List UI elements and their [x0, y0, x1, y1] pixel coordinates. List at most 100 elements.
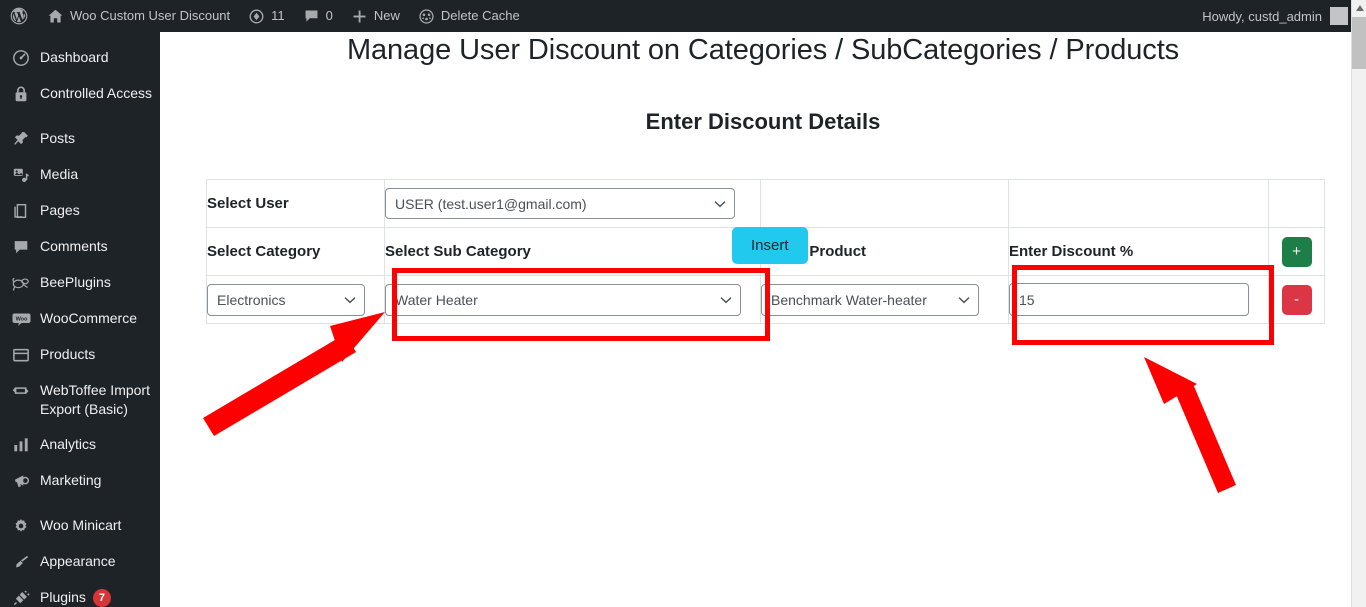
sidebar-item-label: BeePlugins [40, 274, 111, 290]
user-select-wrap: USER (test.user1@gmail.com) [385, 188, 735, 219]
sidebar-item-controlled-access[interactable]: Controlled Access [0, 76, 160, 112]
sidebar-item-label: Woo Minicart [40, 517, 122, 533]
sidebar-item-posts[interactable]: Posts [0, 121, 160, 157]
sidebar-item-analytics[interactable]: Analytics [0, 427, 160, 463]
comments-count: 0 [325, 8, 333, 23]
pin-icon [11, 129, 31, 149]
select-product-dropdown[interactable]: Benchmark Water-heater [761, 283, 979, 316]
wordpress-logo-icon [9, 6, 29, 26]
sidebar-item-dashboard[interactable]: Dashboard [0, 40, 160, 76]
remove-row-cell: - [1268, 275, 1325, 324]
delete-cache-icon [418, 8, 435, 25]
updates-count: 11 [271, 8, 285, 23]
howdy-label[interactable]: Howdy, custd_admin [1202, 9, 1322, 24]
admin-bar: Woo Custom User Discount 11 0 New Delete… [0, 0, 1366, 32]
select-sub-category-dropdown[interactable]: Water Heater [385, 283, 741, 316]
user-select-cell: USER (test.user1@gmail.com) [384, 179, 761, 228]
sidebar-item-beeplugins[interactable]: BeePlugins [0, 265, 160, 301]
updates-button[interactable]: 11 [239, 0, 294, 32]
avatar-icon[interactable] [1330, 7, 1348, 25]
svg-text:Woo: Woo [15, 316, 27, 322]
remove-row-button[interactable]: - [1281, 284, 1312, 315]
category-select-wrap: Electronics [207, 283, 365, 316]
section-title: Enter Discount Details [645, 109, 881, 134]
add-row-button[interactable]: + [1281, 236, 1312, 267]
select-category-dropdown[interactable]: Electronics [207, 283, 365, 316]
sidebar-item-label: Appearance [40, 553, 116, 569]
header-sub-category-cell: Select Sub Category [384, 227, 761, 276]
empty-cell-product [760, 179, 1009, 228]
new-content-label: New [373, 8, 400, 23]
import-export-icon [11, 381, 31, 401]
product-select-wrap: Benchmark Water-heater [761, 283, 979, 316]
site-name-button[interactable]: Woo Custom User Discount [38, 0, 239, 32]
media-icon [11, 165, 31, 185]
sub-category-select-wrap: Water Heater [385, 283, 741, 316]
comment-icon [11, 237, 31, 257]
sidebar-item-webtoffee-import-export-basic[interactable]: WebToffee Import Export (Basic) [0, 373, 160, 427]
lock-icon [11, 84, 31, 104]
header-category-cell: Select Category [206, 227, 385, 276]
discount-input-cell [1008, 275, 1269, 324]
plus-icon [351, 8, 368, 25]
empty-cell-discount [1008, 179, 1269, 228]
gear-icon [11, 516, 31, 536]
sidebar-item-label: Marketing [40, 472, 102, 488]
delete-cache-button[interactable]: Delete Cache [409, 0, 529, 32]
table-row-inputs: Electronics Water Heater Benchmark Water… [206, 275, 1325, 324]
product-select-cell: Benchmark Water-heater [760, 275, 1009, 324]
comment-bubble-icon [303, 8, 320, 25]
scrollbar-thumb[interactable] [1352, 17, 1366, 69]
sidebar-item-marketing[interactable]: Marketing [0, 463, 160, 499]
home-icon [47, 8, 64, 25]
label-select-user-cell: Select User [206, 179, 385, 228]
sidebar-item-badge: 7 [92, 589, 111, 607]
sidebar-item-woo-minicart[interactable]: Woo Minicart [0, 508, 160, 544]
sidebar-item-media[interactable]: Media [0, 157, 160, 193]
sidebar-item-plugins[interactable]: Plugins 7 [0, 580, 160, 607]
updates-icon [248, 8, 265, 25]
wordpress-logo-button[interactable] [0, 0, 38, 32]
sidebar-item-woocommerce[interactable]: Woo WooCommerce [0, 301, 160, 337]
sidebar-item-label: Plugins 7 [40, 588, 111, 607]
discount-input[interactable] [1009, 283, 1249, 316]
sidebar-item-products[interactable]: Products [0, 337, 160, 373]
admin-bar-right: Howdy, custd_admin [1202, 7, 1366, 25]
sidebar-item-label: Pages [40, 202, 80, 218]
label-enter-discount: Enter Discount % [1009, 242, 1134, 260]
sub-category-select-cell: Water Heater [384, 275, 761, 324]
add-row-cell: + [1268, 227, 1325, 276]
sidebar-item-appearance[interactable]: Appearance [0, 544, 160, 580]
woocommerce-icon: Woo [11, 309, 31, 329]
megaphone-icon [11, 471, 31, 491]
analytics-icon [11, 435, 31, 455]
main-content: Manage User Discount on Categories / Sub… [160, 32, 1366, 607]
sidebar-item-label: Controlled Access [40, 85, 153, 101]
select-user-dropdown[interactable]: USER (test.user1@gmail.com) [385, 188, 735, 219]
products-icon [11, 345, 31, 365]
sidebar-item-comments[interactable]: Comments [0, 229, 160, 265]
paintbrush-icon [11, 552, 31, 572]
sidebar-item-label: Analytics [40, 436, 97, 452]
label-select-category: Select Category [207, 242, 321, 260]
plug-icon [11, 588, 31, 607]
bee-icon [11, 273, 31, 293]
sidebar-item-label: Dashboard [40, 49, 109, 65]
sidebar-item-pages[interactable]: Pages [0, 193, 160, 229]
scroll-up-arrow-icon[interactable] [1352, 0, 1366, 16]
label-select-sub-category: Select Sub Category [385, 242, 531, 260]
sidebar-item-label: Comments [40, 238, 108, 254]
insert-button[interactable]: Insert [732, 227, 808, 264]
comments-button[interactable]: 0 [294, 0, 342, 32]
table-row-user: Select User USER (test.user1@gmail.com) [206, 179, 1325, 228]
page-scrollbar[interactable] [1351, 0, 1366, 607]
sidebar-item-label: Products [40, 346, 96, 362]
header-discount-cell: Enter Discount % [1008, 227, 1269, 276]
dashboard-icon [11, 48, 31, 68]
site-name-label: Woo Custom User Discount [70, 8, 231, 23]
pages-icon [11, 201, 31, 221]
sidebar-separator [0, 112, 160, 121]
new-content-button[interactable]: New [342, 0, 409, 32]
delete-cache-label: Delete Cache [440, 8, 520, 23]
category-select-cell: Electronics [206, 275, 385, 324]
